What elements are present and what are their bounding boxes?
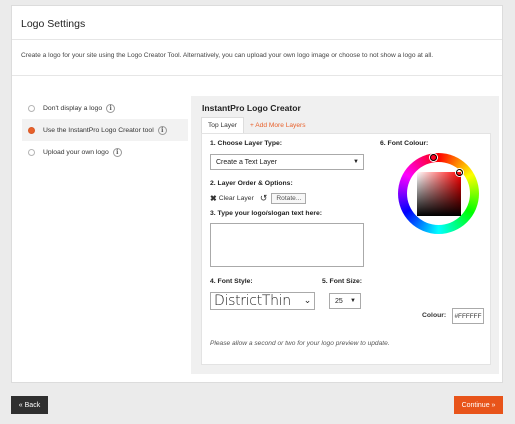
colour-label: Colour: — [422, 312, 447, 319]
divider — [12, 39, 502, 40]
intro-text: Create a logo for your site using the Lo… — [21, 52, 434, 59]
layer-type-label: 1. Choose Layer Type: — [210, 140, 283, 147]
logo-creator: InstantPro Logo Creator Top Layer + Add … — [191, 96, 499, 374]
layer-options-row: ✖ Clear Layer ↺ Rotate... — [210, 193, 307, 204]
add-layers-link[interactable]: + Add More Layers — [244, 117, 312, 133]
logo-settings-panel: Logo Settings Create a logo for your sit… — [11, 5, 503, 383]
preview-note: Please allow a second or two for your lo… — [210, 340, 390, 347]
layer-tabs: Top Layer + Add More Layers — [201, 117, 312, 133]
logo-text-input[interactable] — [210, 223, 364, 267]
option-label: Use the InstantPro Logo Creator tool — [43, 126, 154, 134]
option-logo-creator[interactable]: Use the InstantPro Logo Creator tool i — [22, 119, 188, 141]
radio-no-logo[interactable] — [28, 104, 35, 112]
close-icon[interactable]: ✖ — [210, 194, 217, 203]
chevron-down-icon: ▼ — [350, 298, 356, 304]
option-label: Upload your own logo — [43, 148, 109, 156]
tab-top-layer[interactable]: Top Layer — [201, 117, 244, 133]
layer-order-label: 2. Layer Order & Options: — [210, 180, 293, 187]
undo-icon[interactable]: ↺ — [260, 193, 268, 204]
font-size-value: 25 — [335, 297, 343, 305]
option-label: Don't display a logo — [43, 104, 103, 112]
layer-type-select[interactable]: Create a Text Layer ▼ — [210, 154, 364, 170]
divider — [12, 75, 502, 76]
font-size-select[interactable]: 25 ▼ — [329, 293, 361, 309]
page-title: Logo Settings — [21, 18, 86, 30]
option-upload-logo[interactable]: Upload your own logo i — [22, 141, 188, 163]
radio-upload-logo[interactable] — [28, 148, 35, 156]
font-style-label: 4. Font Style: — [210, 278, 253, 285]
layer-editor: 1. Choose Layer Type: Create a Text Laye… — [201, 133, 491, 365]
saturation-square[interactable] — [417, 172, 461, 216]
info-icon[interactable]: i — [157, 125, 167, 135]
font-size-label: 5. Font Size: — [322, 278, 363, 285]
creator-title: InstantPro Logo Creator — [202, 103, 301, 113]
saturation-marker[interactable] — [456, 169, 463, 176]
font-style-select[interactable]: DistrictThin ⌄ — [210, 292, 315, 310]
info-icon[interactable]: i — [112, 147, 122, 157]
hue-marker[interactable] — [430, 154, 437, 161]
font-style-value: DistrictThin — [214, 293, 291, 309]
continue-button[interactable]: Continue » — [454, 396, 503, 414]
layer-type-value: Create a Text Layer — [216, 158, 277, 166]
radio-logo-creator[interactable] — [28, 126, 35, 134]
back-button[interactable]: « Back — [11, 396, 48, 414]
option-no-logo[interactable]: Don't display a logo i — [22, 97, 188, 119]
rotate-button[interactable]: Rotate... — [271, 193, 307, 204]
info-icon[interactable]: i — [106, 103, 116, 113]
font-colour-label: 6. Font Colour: — [380, 140, 429, 147]
clear-layer-button[interactable]: Clear Layer — [219, 195, 254, 202]
logo-options: Don't display a logo i Use the InstantPr… — [22, 97, 188, 163]
text-label: 3. Type your logo/slogan text here: — [210, 210, 323, 217]
chevron-down-icon: ⌄ — [303, 296, 312, 306]
chevron-down-icon: ▼ — [353, 159, 359, 165]
colour-input[interactable]: #FFFFFF — [452, 308, 484, 324]
